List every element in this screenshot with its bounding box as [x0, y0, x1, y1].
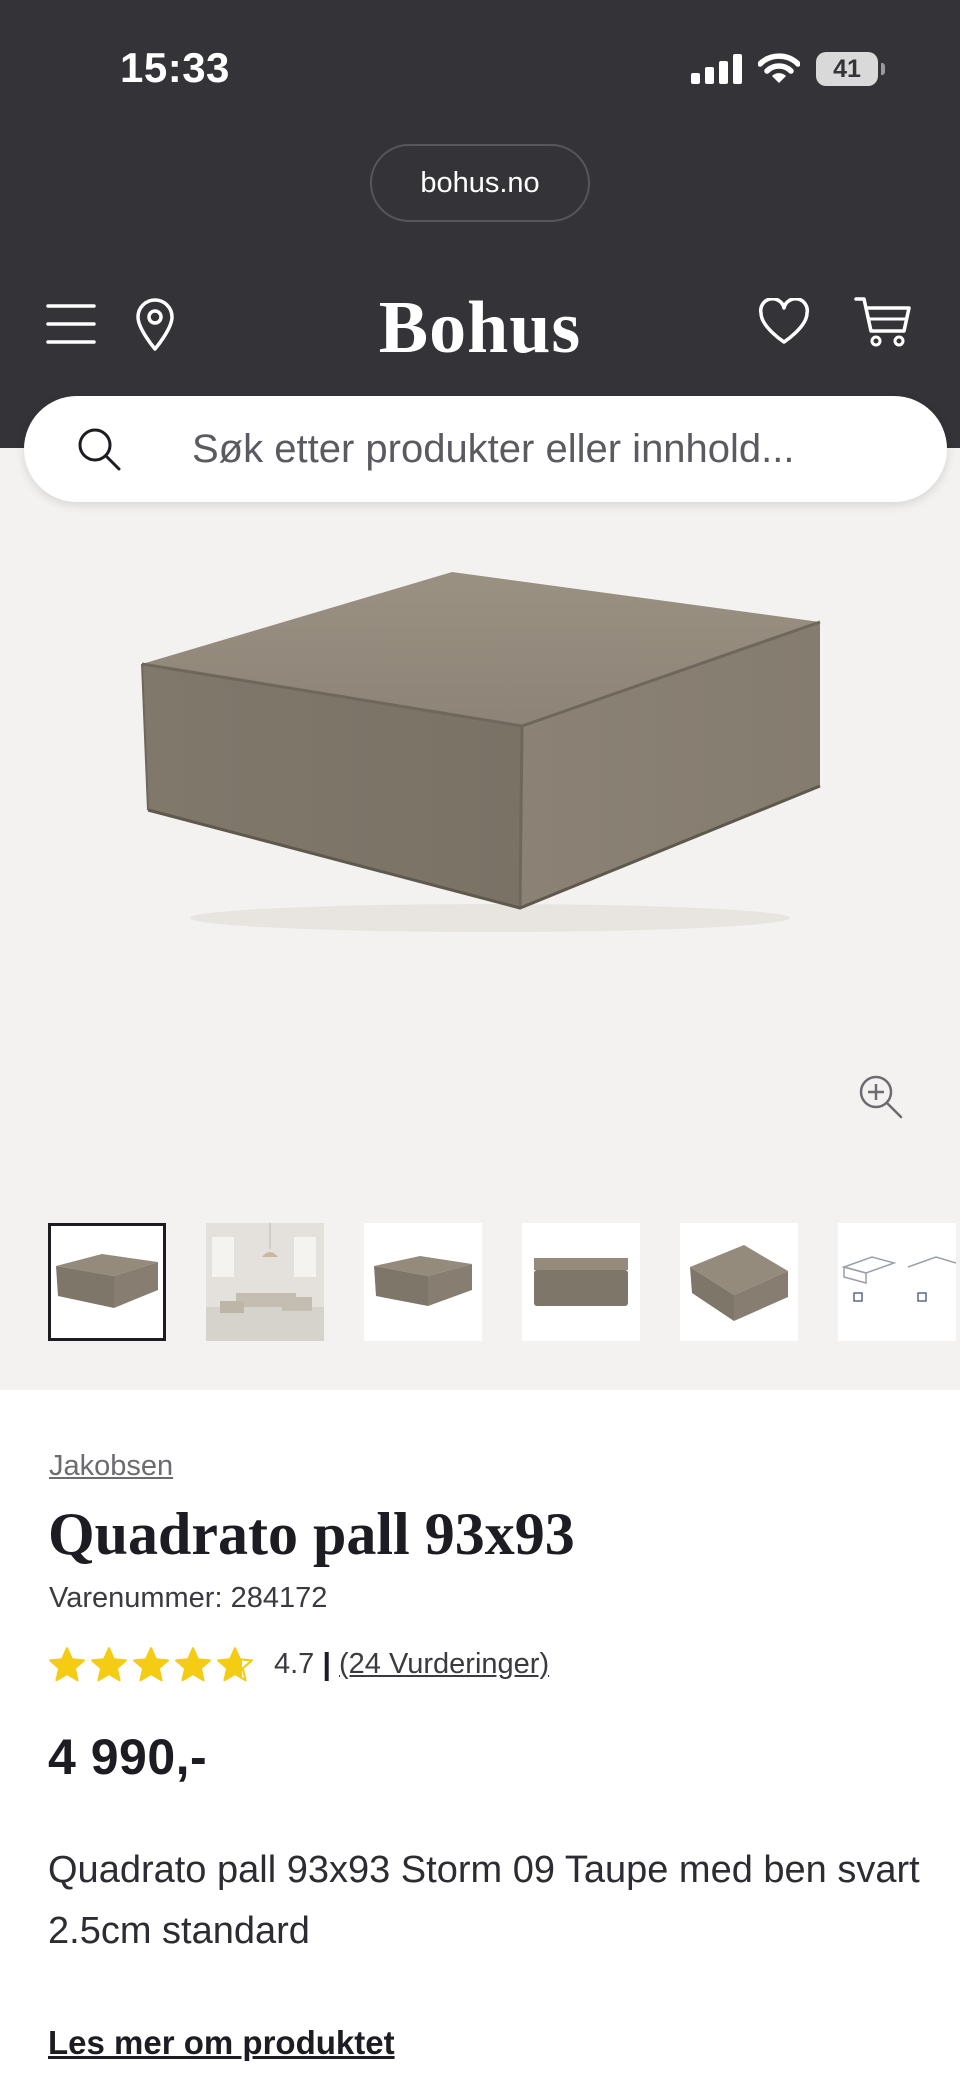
brand-link[interactable]: Jakobsen [49, 1450, 173, 1483]
heart-icon[interactable] [758, 298, 810, 346]
signal-icon [691, 54, 742, 84]
cart-icon[interactable] [854, 296, 912, 348]
header-right-nav [758, 296, 912, 348]
product-main-image[interactable] [120, 548, 840, 948]
thumbnail-3[interactable] [364, 1223, 482, 1341]
rating-separator: | [322, 1646, 332, 1681]
search-input[interactable] [192, 418, 912, 480]
thumbnail-image [56, 1254, 158, 1308]
sku-number: 284172 [230, 1582, 328, 1614]
product-rating: 4.7 | (24 Vurderinger) [48, 1646, 549, 1682]
status-icons: 41 [691, 52, 885, 86]
product-gallery [0, 448, 960, 1390]
star-icon [91, 1647, 127, 1682]
status-time: 15:33 [120, 44, 230, 91]
address-bar[interactable]: bohus.no [370, 144, 590, 222]
top-bar: 15:33 41 bohus.no Bohus [0, 0, 960, 448]
zoom-in-icon[interactable] [858, 1074, 904, 1120]
product-price: 4 990,- [48, 1729, 208, 1785]
star-icon [133, 1647, 169, 1682]
product-title: Quadrato pall 93x93 [48, 1501, 575, 1567]
thumbnail-image [206, 1223, 324, 1341]
rating-stars [48, 1646, 254, 1682]
thumbnail-image [374, 1256, 472, 1306]
reviews-link[interactable]: (24 Vurderinger) [339, 1648, 549, 1681]
search-icon [78, 428, 121, 471]
wifi-icon [758, 53, 800, 83]
star-icon [49, 1647, 85, 1682]
sku-label: Varenummer: [49, 1582, 223, 1614]
thumbnail-strip [48, 1223, 960, 1343]
thumbnail-image [838, 1223, 956, 1341]
thumbnail-5[interactable] [680, 1223, 798, 1341]
thumbnail-1[interactable] [48, 1223, 166, 1341]
star-icon [175, 1647, 211, 1682]
thumbnail-image [690, 1245, 788, 1321]
rating-value: 4.7 [274, 1647, 315, 1680]
thumbnail-6[interactable] [838, 1223, 956, 1341]
thumbnail-4[interactable] [522, 1223, 640, 1341]
product-info: Jakobsen Quadrato pall 93x93 Varenummer:… [0, 1390, 960, 2081]
search-bar[interactable] [24, 396, 947, 502]
address-url: bohus.no [420, 166, 540, 199]
product-description: Quadrato pall 93x93 Storm 09 Taupe med b… [48, 1849, 920, 1952]
battery-level: 41 [833, 54, 861, 83]
battery-indicator: 41 [816, 52, 885, 86]
read-more-link[interactable]: Les mer om produktet [48, 2024, 395, 2062]
sku: Varenummer: 284172 [49, 1582, 327, 1615]
star-icon [217, 1647, 253, 1682]
thumbnail-2[interactable] [206, 1223, 324, 1341]
thumbnail-image [534, 1258, 628, 1306]
